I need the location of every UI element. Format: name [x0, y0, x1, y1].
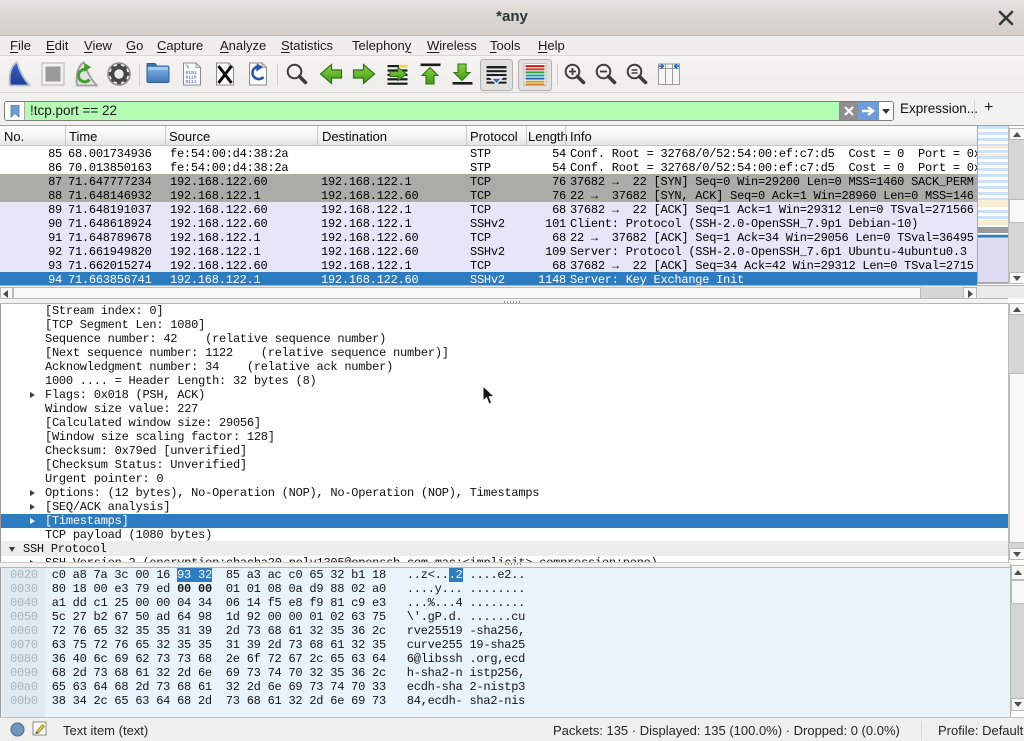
svg-text:0111: 0111: [186, 79, 197, 85]
